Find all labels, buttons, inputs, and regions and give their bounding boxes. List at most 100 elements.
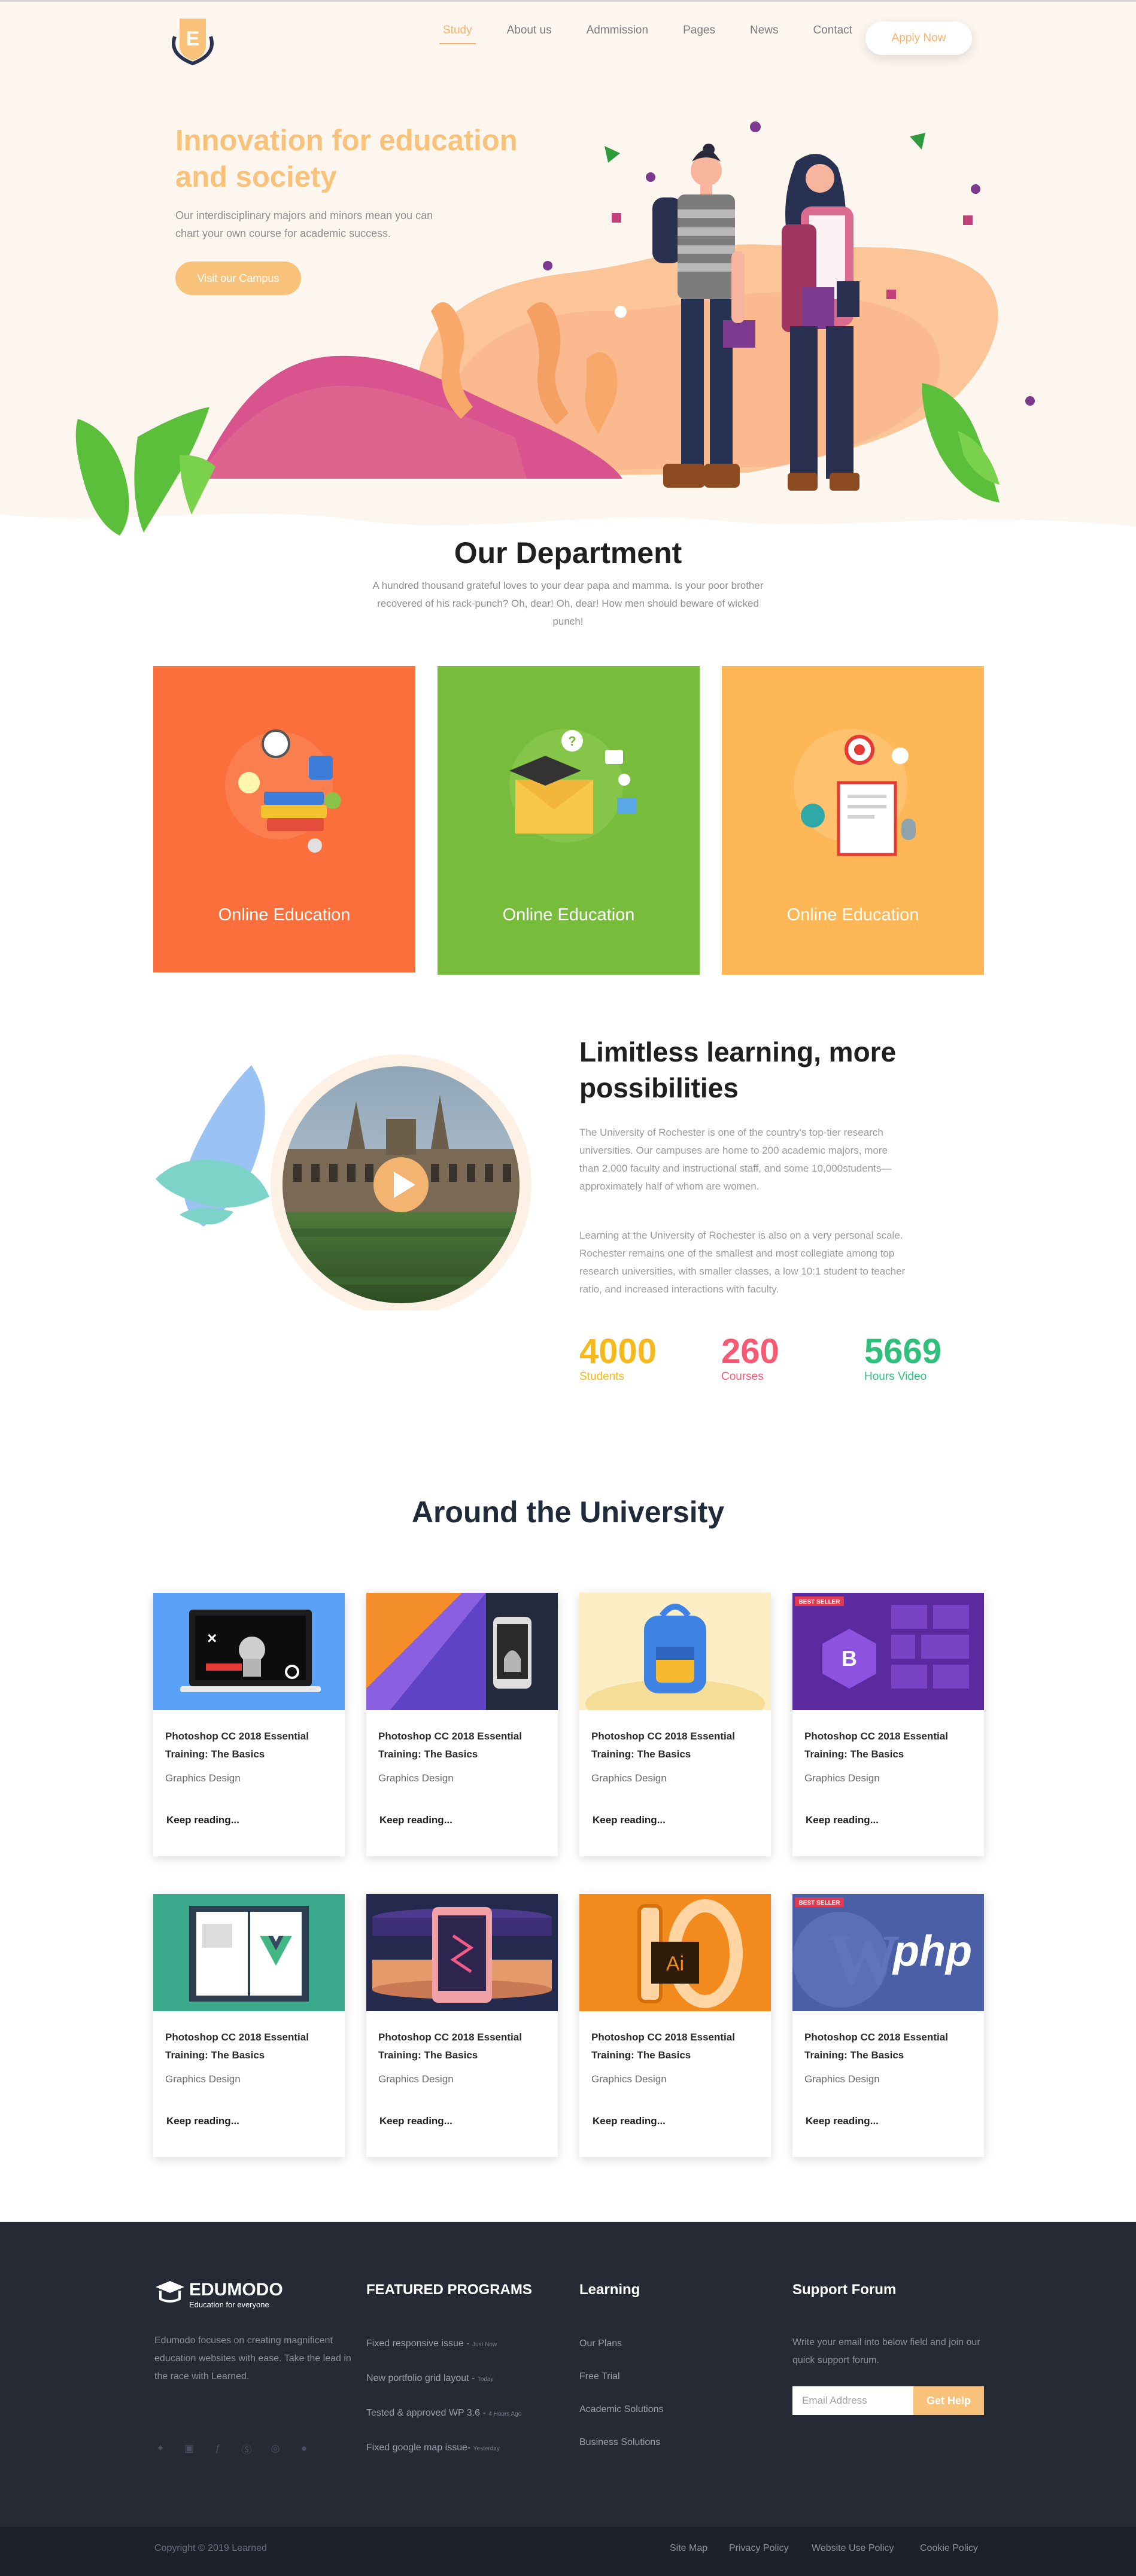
- copyright: Copyright © 2019 Learned: [154, 2543, 267, 2553]
- course-title: Photoshop CC 2018 Essential Training: Th…: [378, 2031, 522, 2061]
- course-title: Photoshop CC 2018 Essential Training: Th…: [591, 2031, 735, 2061]
- support-forum-title: Support Forum: [792, 2282, 897, 2298]
- learning-link-free-trial[interactable]: Free Trial: [579, 2371, 620, 2382]
- featured-link[interactable]: Tested & approved WP 3.6 - 4 Hours Ago: [366, 2408, 521, 2419]
- featured-link[interactable]: Fixed google map issue- Yesterday: [366, 2443, 500, 2453]
- course-image-android: [366, 1593, 558, 1710]
- keep-reading-link[interactable]: Keep reading...: [593, 2115, 666, 2127]
- course-category: Graphics Design: [165, 1772, 241, 1784]
- apple-icon[interactable]: ●: [298, 2443, 310, 2455]
- email-field[interactable]: [792, 2386, 913, 2415]
- certificate-target-icon: [794, 729, 916, 856]
- limitless-title: Limitless learning, more possibilities: [579, 1036, 897, 1103]
- dribbble-icon[interactable]: ◎: [269, 2443, 281, 2455]
- keep-reading-link[interactable]: Keep reading...: [379, 2115, 452, 2127]
- department-title: Our Department: [454, 536, 682, 570]
- facebook-icon[interactable]: ƒ: [212, 2443, 224, 2455]
- hero-description: Our interdisciplinary majors and minors …: [175, 209, 433, 239]
- svg-text:?: ?: [568, 734, 576, 749]
- main-nav: Study About us Admmission Pages News Con…: [439, 24, 887, 44]
- svg-text:php: php: [892, 1927, 972, 1975]
- department-card-label: Online Education: [502, 905, 635, 924]
- learning-title: Learning: [579, 2282, 640, 2298]
- logo-letter: E: [186, 28, 200, 50]
- course-title: Photoshop CC 2018 Essential Training: Th…: [165, 1730, 309, 1760]
- course-card[interactable]: Photoshop CC 2018 Essential Training: Th…: [366, 1593, 558, 1856]
- footer-logo[interactable]: EDUMODO Education for everyone: [154, 2279, 298, 2315]
- keep-reading-link[interactable]: Keep reading...: [166, 1814, 239, 1826]
- course-card[interactable]: B BEST SELLER Photoshop CC 2018 Essentia…: [792, 1593, 984, 1856]
- course-image-tablet: [366, 1894, 558, 2011]
- keep-reading-link[interactable]: Keep reading...: [166, 2115, 239, 2127]
- envelope-graduation-icon: ?: [509, 729, 636, 843]
- course-card[interactable]: W php BEST SELLER Photoshop CC 2018 Esse…: [792, 1894, 984, 2157]
- course-card[interactable]: × Photoshop CC 2018 Essential Training: …: [153, 1593, 345, 1856]
- campus-video-illustration: [156, 1054, 531, 1310]
- best-seller-badge: BEST SELLER: [799, 1599, 841, 1605]
- keep-reading-link[interactable]: Keep reading...: [806, 2115, 879, 2127]
- hero-illustration: [0, 121, 1136, 536]
- skype-icon[interactable]: Ⓢ: [241, 2443, 253, 2456]
- department-card-3[interactable]: Online Education: [722, 666, 984, 975]
- department-card-label: Online Education: [218, 905, 351, 924]
- apply-now-button[interactable]: Apply Now: [865, 22, 972, 55]
- legal-link-website-use[interactable]: Website Use Policy: [812, 2543, 894, 2554]
- stat-value: 5669: [864, 1332, 942, 1371]
- legal-link-cookie[interactable]: Cookie Policy: [920, 2543, 978, 2554]
- limitless-paragraph-1: The University of Rochester is one of th…: [579, 1127, 892, 1192]
- featured-link[interactable]: New portfolio grid layout - Today: [366, 2373, 494, 2384]
- learning-link-business[interactable]: Business Solutions: [579, 2437, 660, 2448]
- twitter-icon[interactable]: ✦: [154, 2443, 166, 2455]
- nav-admission[interactable]: Admmission: [587, 24, 648, 43]
- course-card[interactable]: Ai Photoshop CC 2018 Essential Training:…: [579, 1894, 771, 2157]
- course-category: Graphics Design: [378, 2073, 454, 2085]
- keep-reading-link[interactable]: Keep reading...: [806, 1814, 879, 1826]
- department-card-label: Online Education: [786, 905, 919, 924]
- nav-study[interactable]: Study: [439, 24, 476, 44]
- nav-contact[interactable]: Contact: [813, 24, 852, 43]
- keep-reading-link[interactable]: Keep reading...: [379, 1814, 452, 1826]
- stat-label: Students: [579, 1370, 624, 1383]
- around-title: Around the University: [411, 1495, 725, 1529]
- visit-campus-button[interactable]: Visit our Campus: [175, 261, 301, 295]
- social-links: ✦ ▣ ƒ Ⓢ ◎ ●: [154, 2443, 327, 2456]
- course-title: Photoshop CC 2018 Essential Training: Th…: [591, 1730, 735, 1760]
- linkedin-icon[interactable]: ▣: [183, 2443, 195, 2455]
- course-image-vue: [153, 1894, 345, 2011]
- legal-link-site-map[interactable]: Site Map: [670, 2543, 707, 2554]
- edumodo-logo[interactable]: E: [163, 10, 223, 69]
- course-category: Graphics Design: [804, 2073, 880, 2085]
- stat-hours-video: 5669 Hours Video: [864, 1333, 941, 1383]
- keep-reading-link[interactable]: Keep reading...: [593, 1814, 666, 1826]
- svg-text:B: B: [842, 1646, 857, 1671]
- nav-news[interactable]: News: [750, 24, 779, 43]
- stat-students: 4000 Students: [579, 1333, 657, 1383]
- nav-about-us[interactable]: About us: [507, 24, 552, 43]
- footer-about: Edumodo focuses on creating magnificent …: [154, 2335, 351, 2382]
- course-card[interactable]: Photoshop CC 2018 Essential Training: Th…: [579, 1593, 771, 1856]
- svg-text:W: W: [828, 1920, 900, 1999]
- stat-value: 260: [721, 1332, 779, 1371]
- course-image-php: W php BEST SELLER: [792, 1894, 984, 2011]
- get-help-button[interactable]: Get Help: [913, 2386, 984, 2415]
- featured-link[interactable]: Fixed responsive issue - Just Now: [366, 2338, 497, 2349]
- hero-title: Innovation for education and society: [175, 124, 518, 193]
- course-category: Graphics Design: [165, 2073, 241, 2085]
- nav-pages[interactable]: Pages: [683, 24, 715, 43]
- course-title: Photoshop CC 2018 Essential Training: Th…: [165, 2031, 309, 2061]
- department-card-2[interactable]: ? Online Education: [438, 666, 700, 975]
- course-card[interactable]: Photoshop CC 2018 Essential Training: Th…: [153, 1894, 345, 2157]
- course-category: Graphics Design: [804, 1772, 880, 1784]
- course-card[interactable]: Photoshop CC 2018 Essential Training: Th…: [366, 1894, 558, 2157]
- legal-link-privacy[interactable]: Privacy Policy: [729, 2543, 789, 2554]
- course-title: Photoshop CC 2018 Essential Training: Th…: [804, 2031, 948, 2061]
- course-image-laptop: ×: [153, 1593, 345, 1710]
- course-title: Photoshop CC 2018 Essential Training: Th…: [378, 1730, 522, 1760]
- learning-link-our-plans[interactable]: Our Plans: [579, 2338, 622, 2349]
- department-card-1[interactable]: Online Education: [153, 666, 415, 972]
- learning-link-academic[interactable]: Academic Solutions: [579, 2404, 664, 2415]
- course-category: Graphics Design: [591, 1772, 667, 1784]
- featured-programs-title: FEATURED PROGRAMS: [366, 2282, 532, 2298]
- limitless-paragraph-2: Learning at the University of Rochester …: [579, 1230, 906, 1295]
- best-seller-badge: BEST SELLER: [799, 1900, 841, 1906]
